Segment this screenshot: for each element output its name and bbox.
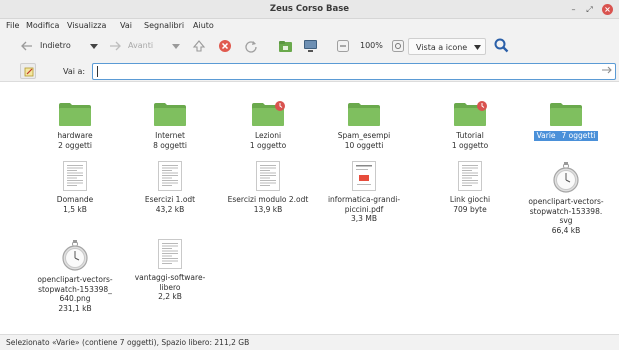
- menu-vai[interactable]: Vai: [120, 21, 132, 30]
- file-item[interactable]: informatica-grandi- piccini.pdf 3,3 MB: [309, 161, 419, 224]
- item-name: Varie: [533, 131, 559, 141]
- menu-bar: File Modifica Visualizza Vai Segnalibri …: [0, 19, 619, 34]
- home-folder-icon[interactable]: [278, 39, 293, 53]
- search-icon[interactable]: [494, 38, 509, 53]
- minimize-button[interactable]: –: [568, 4, 579, 15]
- window-title: Zeus Corso Base: [269, 4, 350, 14]
- file-item[interactable]: Link giochi 709 byte: [415, 161, 525, 214]
- folder-icon: [549, 101, 583, 129]
- folder-icon: [453, 101, 487, 129]
- forward-history-dropdown-icon[interactable]: [171, 43, 181, 50]
- item-details: 231,1 kB: [58, 303, 92, 313]
- folder-icon: [58, 101, 92, 129]
- menu-modifica[interactable]: Modifica: [26, 21, 59, 30]
- item-name: Link giochi: [449, 195, 491, 204]
- view-mode-select[interactable]: Vista a icone: [408, 38, 486, 55]
- item-details: 2 oggetti: [58, 140, 92, 150]
- location-label: Vai a:: [63, 67, 86, 76]
- folder-icon: [153, 101, 187, 129]
- item-name: Lezioni: [254, 131, 282, 140]
- zoom-in-icon[interactable]: [392, 40, 404, 52]
- text-cursor: [97, 66, 98, 77]
- item-name: openclipart-vectors- stopwatch-153398_ 6…: [37, 275, 113, 303]
- reload-icon[interactable]: [244, 39, 258, 53]
- file-item[interactable]: openclipart-vectors- stopwatch-153398_ 6…: [20, 239, 130, 313]
- folder-item[interactable]: Spam_esempi 10 oggetti: [309, 95, 419, 150]
- item-name: Tutorial: [456, 131, 484, 140]
- computer-icon[interactable]: [303, 39, 318, 53]
- status-text: Selezionato «Varie» (contiene 7 oggetti)…: [6, 338, 250, 347]
- back-arrow-icon[interactable]: [20, 40, 34, 52]
- up-arrow-icon[interactable]: [192, 39, 206, 53]
- item-name: Esercizi 1.odt: [144, 195, 196, 204]
- toggle-location-button[interactable]: [20, 63, 36, 79]
- menu-aiuto[interactable]: Aiuto: [193, 21, 214, 30]
- zoom-out-icon[interactable]: [337, 40, 349, 52]
- file-item[interactable]: Esercizi 1.odt 43,2 kB: [115, 161, 225, 214]
- document-icon: [158, 239, 182, 271]
- folder-item[interactable]: Varie 7 oggetti: [511, 95, 619, 141]
- stopwatch-icon: [551, 161, 581, 195]
- item-details: 8 oggetti: [153, 140, 187, 150]
- item-details: 10 oggetti: [344, 140, 384, 150]
- item-name: openclipart-vectors- stopwatch-153398. s…: [528, 197, 604, 225]
- folder-item[interactable]: hardware 2 oggetti: [20, 95, 130, 150]
- back-button[interactable]: Indietro: [40, 41, 71, 50]
- item-details: 3,3 MB: [351, 214, 377, 223]
- item-name: hardware: [57, 131, 93, 140]
- pdf-icon: [352, 161, 376, 193]
- close-button[interactable]: ×: [602, 4, 613, 15]
- file-item[interactable]: Esercizi modulo 2.odt 13,9 kB: [213, 161, 323, 214]
- back-history-dropdown-icon[interactable]: [89, 43, 99, 50]
- folder-item[interactable]: Internet 8 oggetti: [115, 95, 225, 150]
- folder-icon: [347, 101, 381, 129]
- item-name: Internet: [155, 131, 185, 140]
- item-details: 709 byte: [453, 204, 487, 214]
- forward-button[interactable]: Avanti: [128, 41, 153, 50]
- item-details: 1,5 kB: [63, 204, 87, 214]
- document-icon: [256, 161, 280, 193]
- item-details: 1 oggetto: [249, 140, 287, 150]
- zoom-level: 100%: [360, 41, 383, 50]
- edit-pencil-icon: [24, 67, 34, 77]
- item-details: 13,9 kB: [253, 204, 283, 214]
- view-mode-label: Vista a icone: [416, 43, 468, 52]
- item-name: informatica-grandi- piccini.pdf: [327, 195, 401, 214]
- menu-file[interactable]: File: [6, 21, 19, 30]
- stop-icon[interactable]: [218, 39, 232, 53]
- folder-icon: [251, 101, 285, 129]
- document-icon: [458, 161, 482, 193]
- file-item[interactable]: vantaggi-software- libero 2,2 kB: [115, 239, 225, 302]
- maximize-button[interactable]: ⤢: [584, 4, 595, 15]
- view-mode-dropdown-icon: [474, 45, 481, 50]
- title-bar: Zeus Corso Base – ⤢ ×: [0, 0, 619, 19]
- item-details: 1 oggetto: [451, 140, 489, 150]
- item-details: 66,4 kB: [551, 225, 581, 235]
- stopwatch-icon: [60, 239, 90, 273]
- file-view[interactable]: hardware 2 oggetti Internet 8 oggetti Lezion…: [0, 83, 619, 333]
- item-name: vantaggi-software- libero: [134, 273, 206, 292]
- file-item[interactable]: openclipart-vectors- stopwatch-153398. s…: [511, 161, 619, 235]
- folder-item[interactable]: Tutorial 1 oggetto: [415, 95, 525, 150]
- location-input[interactable]: [92, 63, 616, 80]
- document-icon: [63, 161, 87, 193]
- item-name: Domande: [56, 195, 94, 204]
- document-icon: [158, 161, 182, 193]
- menu-visualizza[interactable]: Visualizza: [67, 21, 106, 30]
- item-details: 7 oggetti: [558, 131, 599, 141]
- folder-item[interactable]: Lezioni 1 oggetto: [213, 95, 323, 150]
- menu-segnalibri[interactable]: Segnalibri: [144, 21, 184, 30]
- item-details: 43,2 kB: [155, 204, 185, 214]
- item-details: 2,2 kB: [158, 292, 182, 301]
- file-item[interactable]: Domande 1,5 kB: [20, 161, 130, 214]
- forward-arrow-icon[interactable]: [108, 40, 122, 52]
- item-name: Esercizi modulo 2.odt: [227, 195, 309, 204]
- status-bar: Selezionato «Varie» (contiene 7 oggetti)…: [0, 334, 619, 350]
- go-arrow-icon[interactable]: [601, 65, 613, 75]
- item-name: Spam_esempi: [337, 131, 391, 140]
